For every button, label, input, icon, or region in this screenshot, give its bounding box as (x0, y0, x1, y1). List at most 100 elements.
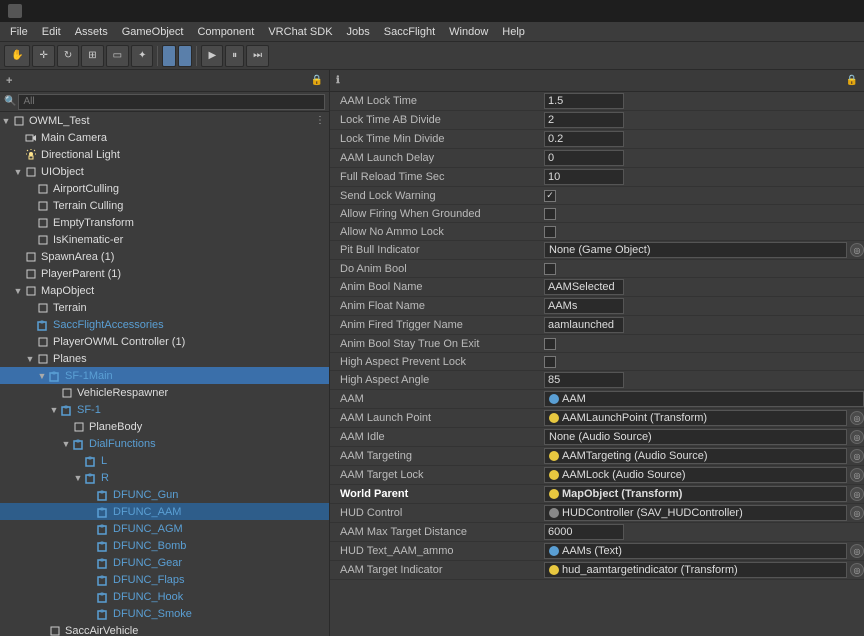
tree-item-vehiclerespawner[interactable]: VehicleRespawner (0, 384, 329, 401)
step-button[interactable]: ⏭ (246, 45, 269, 67)
menu-item-assets[interactable]: Assets (69, 25, 114, 39)
inspector-input-15[interactable] (544, 372, 624, 388)
tree-item-sf1[interactable]: ▼SF-1 (0, 401, 329, 418)
tree-item-main_camera[interactable]: Main Camera (0, 129, 329, 146)
hierarchy-search-input[interactable] (18, 94, 325, 110)
object-select-btn-8[interactable]: ◎ (850, 243, 864, 257)
object-select-btn-25[interactable]: ◎ (850, 563, 864, 577)
tree-item-uiobject[interactable]: ▼UIObject (0, 163, 329, 180)
object-select-btn-19[interactable]: ◎ (850, 449, 864, 463)
tree-item-dfunc_bomb[interactable]: DFUNC_Bomb (0, 537, 329, 554)
add-hierarchy-btn[interactable]: + (6, 75, 12, 87)
menu-item-vrchat sdk[interactable]: VRChat SDK (262, 25, 338, 39)
tree-item-playerparent[interactable]: PlayerParent (1) (0, 265, 329, 282)
tree-arrow-mapobject[interactable]: ▼ (12, 286, 24, 296)
tree-arrow-sf1main[interactable]: ▼ (36, 371, 48, 381)
tree-item-terrain_culling[interactable]: Terrain Culling (0, 197, 329, 214)
object-select-btn-18[interactable]: ◎ (850, 430, 864, 444)
inspector-checkbox-9[interactable] (544, 263, 556, 275)
tree-item-dfunc_gun[interactable]: DFUNC_Gun (0, 486, 329, 503)
move-tool[interactable]: ✛ (32, 45, 54, 67)
tree-item-dfunc_agm[interactable]: DFUNC_AGM (0, 520, 329, 537)
tree-item-dfunc_smoke[interactable]: DFUNC_Smoke (0, 605, 329, 622)
inspector-input-1[interactable] (544, 112, 624, 128)
inspector-object-25[interactable]: hud_aamtargetindicator (Transform) (544, 562, 847, 578)
tree-item-dfunc_gear[interactable]: DFUNC_Gear (0, 554, 329, 571)
inspector-object-21[interactable]: MapObject (Transform) (544, 486, 847, 502)
tree-item-planes[interactable]: ▼Planes (0, 350, 329, 367)
inspector-object-19[interactable]: AAMTargeting (Audio Source) (544, 448, 847, 464)
tree-item-directional_light[interactable]: Directional Light (0, 146, 329, 163)
inspector-checkbox-7[interactable] (544, 226, 556, 238)
menu-item-gameobject[interactable]: GameObject (116, 25, 190, 39)
tree-item-r[interactable]: ▼R (0, 469, 329, 486)
inspector-checkbox-13[interactable] (544, 338, 556, 350)
object-select-btn-20[interactable]: ◎ (850, 468, 864, 482)
tree-item-saccflight_accessories[interactable]: SaccFlightAccessories (0, 316, 329, 333)
inspector-input-0[interactable] (544, 93, 624, 109)
hierarchy-lock-icon[interactable]: 🔒 (311, 75, 323, 86)
inspector-checkbox-6[interactable] (544, 208, 556, 220)
tree-item-empty_transform[interactable]: EmptyTransform (0, 214, 329, 231)
menu-item-file[interactable]: File (4, 25, 34, 39)
tree-item-saccairvehicle[interactable]: SaccAirVehicle (0, 622, 329, 636)
inspector-lock-icon[interactable]: 🔒 (846, 75, 858, 86)
inspector-input-12[interactable] (544, 317, 624, 333)
inspector-input-2[interactable] (544, 131, 624, 147)
tree-item-playerowml_controller[interactable]: PlayerOWML Controller (1) (0, 333, 329, 350)
tree-item-dialfunctions[interactable]: ▼DialFunctions (0, 435, 329, 452)
inspector-checkbox-14[interactable] (544, 356, 556, 368)
rotate-tool[interactable]: ↻ (57, 45, 79, 67)
object-select-btn-22[interactable]: ◎ (850, 506, 864, 520)
hierarchy-options-btn[interactable]: ⋮ (315, 115, 325, 126)
inspector-object-20[interactable]: AAMLock (Audio Source) (544, 467, 847, 483)
inspector-checkbox-5[interactable] (544, 190, 556, 202)
tree-item-terrain[interactable]: Terrain (0, 299, 329, 316)
local-button[interactable] (178, 45, 192, 67)
menu-item-jobs[interactable]: Jobs (341, 25, 376, 39)
transform-tool[interactable]: ✦ (131, 45, 153, 67)
tree-arrow-planes[interactable]: ▼ (24, 354, 36, 364)
menu-item-saccflight[interactable]: SaccFlight (378, 25, 441, 39)
inspector-input-11[interactable] (544, 298, 624, 314)
menu-item-component[interactable]: Component (191, 25, 260, 39)
rect-tool[interactable]: ▭ (106, 45, 129, 67)
pivot-button[interactable] (162, 45, 176, 67)
inspector-input-10[interactable] (544, 279, 624, 295)
tree-item-airportculling[interactable]: AirportCulling (0, 180, 329, 197)
object-select-btn-21[interactable]: ◎ (850, 487, 864, 501)
menu-item-help[interactable]: Help (496, 25, 531, 39)
inspector-object-24[interactable]: AAMs (Text) (544, 543, 847, 559)
tree-arrow-uiobject[interactable]: ▼ (12, 167, 24, 177)
inspector-object-22[interactable]: HUDController (SAV_HUDController) (544, 505, 847, 521)
tree-item-sf1main[interactable]: ▼SF-1Main (0, 367, 329, 384)
tree-item-spawnarea[interactable]: SpawnArea (1) (0, 248, 329, 265)
play-button[interactable]: ▶ (201, 45, 223, 67)
inspector-object-8[interactable]: None (Game Object) (544, 242, 847, 258)
pause-button[interactable]: ⏸ (225, 45, 244, 67)
tree-item-dfunc_aam[interactable]: DFUNC_AAM (0, 503, 329, 520)
inspector-object-16[interactable]: AAM (544, 391, 864, 407)
inspector-input-23[interactable] (544, 524, 624, 540)
object-select-btn-24[interactable]: ◎ (850, 544, 864, 558)
tree-item-dfunc_flaps[interactable]: DFUNC_Flaps (0, 571, 329, 588)
tree-item-dfunc_hook[interactable]: DFUNC_Hook (0, 588, 329, 605)
tree-arrow-owml_test[interactable]: ▼ (0, 116, 12, 126)
scale-tool[interactable]: ⊞ (81, 45, 103, 67)
tree-arrow-dialfunctions[interactable]: ▼ (60, 439, 72, 449)
tree-item-planebody[interactable]: PlaneBody (0, 418, 329, 435)
tree-item-l[interactable]: L (0, 452, 329, 469)
menu-item-edit[interactable]: Edit (36, 25, 67, 39)
tree-item-iskinematic[interactable]: IsKinematic-er (0, 231, 329, 248)
hand-tool[interactable]: ✋ (4, 45, 30, 67)
inspector-input-3[interactable] (544, 150, 624, 166)
menu-item-window[interactable]: Window (443, 25, 494, 39)
tree-item-mapobject[interactable]: ▼MapObject (0, 282, 329, 299)
inspector-input-4[interactable] (544, 169, 624, 185)
inspector-object-17[interactable]: AAMLaunchPoint (Transform) (544, 410, 847, 426)
object-select-btn-17[interactable]: ◎ (850, 411, 864, 425)
tree-item-owml_test[interactable]: ▼OWML_Test⋮ (0, 112, 329, 129)
tree-arrow-r[interactable]: ▼ (72, 473, 84, 483)
tree-arrow-sf1[interactable]: ▼ (48, 405, 60, 415)
inspector-object-18[interactable]: None (Audio Source) (544, 429, 847, 445)
